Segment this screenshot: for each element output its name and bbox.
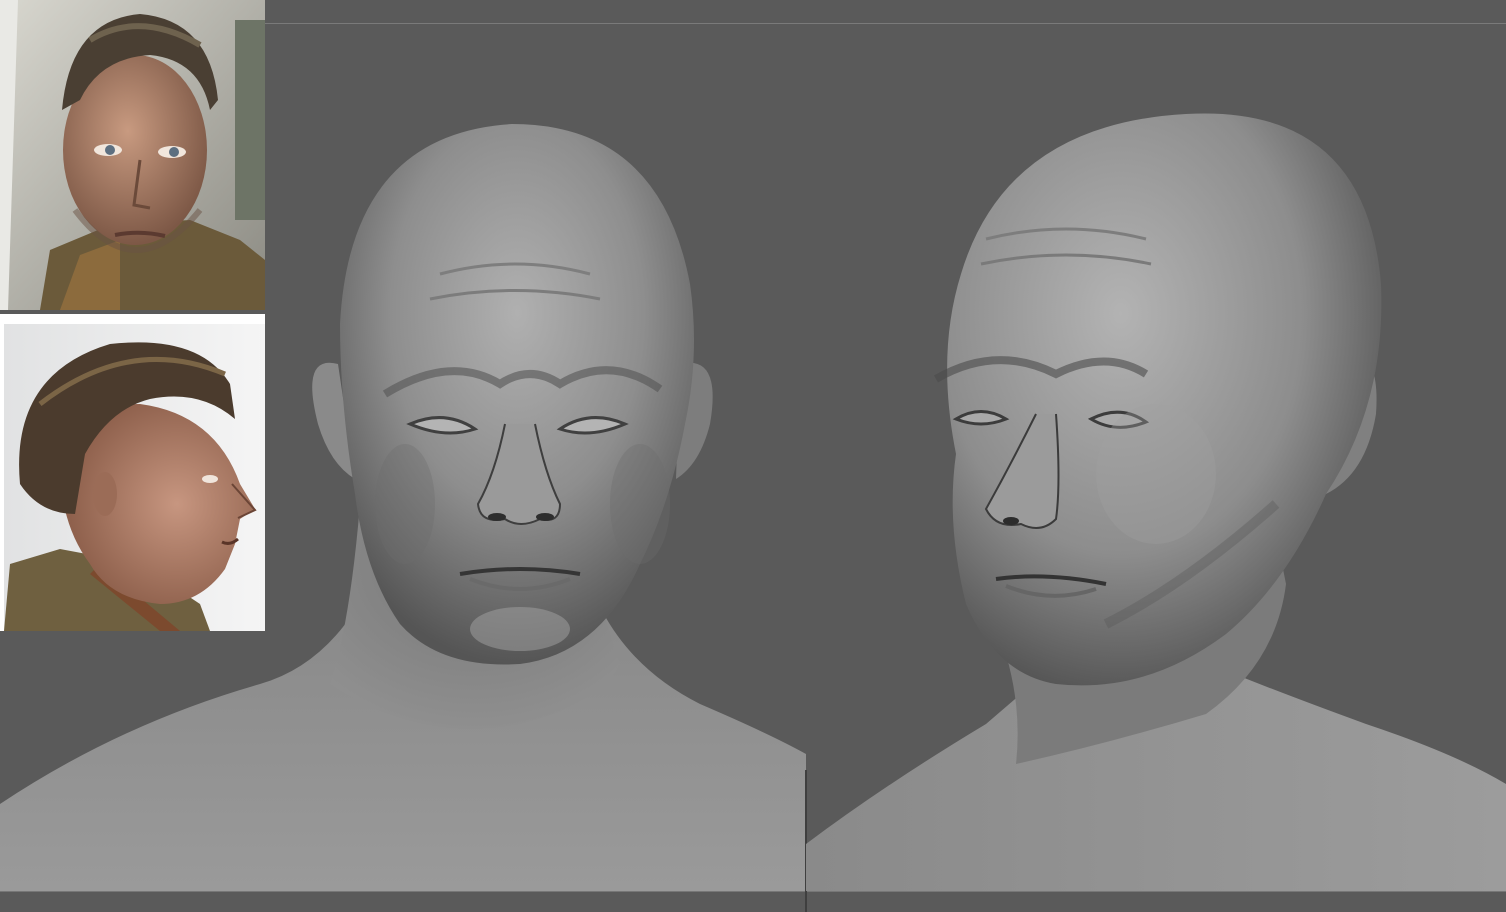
bottom-divider [0,891,1506,892]
sculpt-canvas[interactable] [0,0,1506,912]
front-view-sculpt[interactable] [0,24,806,891]
three-quarter-view-sculpt[interactable] [806,24,1506,891]
